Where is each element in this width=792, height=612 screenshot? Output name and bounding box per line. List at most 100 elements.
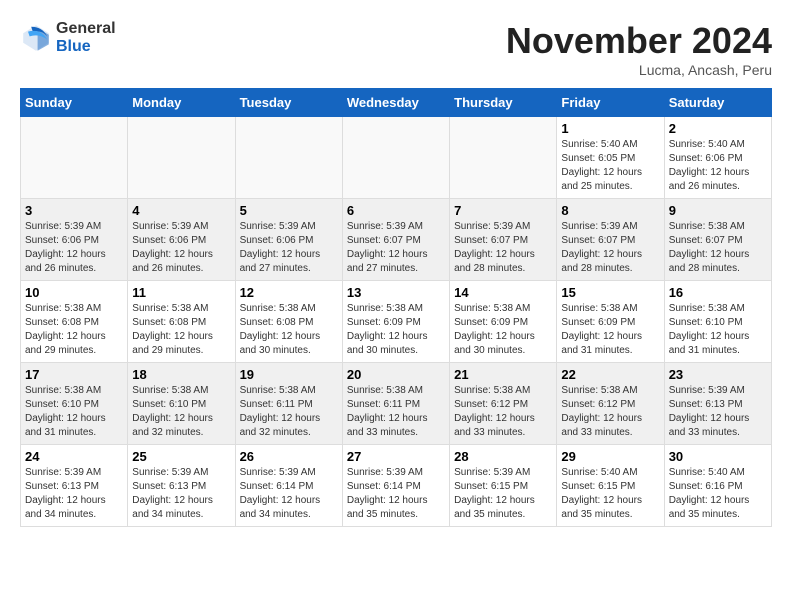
- day-info: Sunrise: 5:39 AM Sunset: 6:07 PM Dayligh…: [347, 220, 445, 276]
- day-number: 7: [454, 203, 552, 218]
- day-info: Sunrise: 5:39 AM Sunset: 6:14 PM Dayligh…: [240, 466, 338, 522]
- calendar-week-row: 24Sunrise: 5:39 AM Sunset: 6:13 PM Dayli…: [21, 445, 772, 527]
- day-number: 10: [25, 285, 123, 300]
- day-number: 4: [132, 203, 230, 218]
- calendar-cell: 19 Sunrise: 5:38 AM Sunset: 6:11 PM Dayli…: [235, 363, 342, 445]
- page-header: General Blue November 2024 Lucma, Ancash…: [20, 20, 772, 78]
- day-info: Sunrise: 5:38 AM Sunset: 6:09 PM Dayligh…: [561, 302, 659, 358]
- day-info: Sunrise: 5:38 AM Sunset: 6:10 PM Dayligh…: [25, 384, 123, 440]
- day-number: 15: [561, 285, 659, 300]
- calendar-cell: 1 Sunrise: 5:40 AM Sunset: 6:05 PM Daylig…: [557, 117, 664, 199]
- logo-blue: Blue: [56, 38, 91, 55]
- day-number: 8: [561, 203, 659, 218]
- location: Lucma, Ancash, Peru: [506, 62, 772, 78]
- day-info: Sunrise: 5:38 AM Sunset: 6:08 PM Dayligh…: [25, 302, 123, 358]
- month-title: November 2024: [506, 20, 772, 62]
- calendar-cell: 22 Sunrise: 5:38 AM Sunset: 6:12 PM Dayli…: [557, 363, 664, 445]
- title-section: November 2024 Lucma, Ancash, Peru: [506, 20, 772, 78]
- calendar-cell: 23 Sunrise: 5:39 AM Sunset: 6:13 PM Dayli…: [664, 363, 771, 445]
- day-info: Sunrise: 5:38 AM Sunset: 6:12 PM Dayligh…: [561, 384, 659, 440]
- calendar-cell: [342, 117, 449, 199]
- day-number: 13: [347, 285, 445, 300]
- calendar-cell: 16 Sunrise: 5:38 AM Sunset: 6:10 PM Dayli…: [664, 281, 771, 363]
- calendar-cell: 21Sunrise: 5:38 AM Sunset: 6:12 PM Dayli…: [450, 363, 557, 445]
- day-number: 11: [132, 285, 230, 300]
- calendar-cell: 9Sunrise: 5:38 AM Sunset: 6:07 PM Daylig…: [664, 199, 771, 281]
- calendar-cell: 3Sunrise: 5:39 AM Sunset: 6:06 PM Daylig…: [21, 199, 128, 281]
- calendar-cell: 4 Sunrise: 5:39 AM Sunset: 6:06 PM Daylig…: [128, 199, 235, 281]
- day-number: 17: [25, 367, 123, 382]
- calendar-cell: 6 Sunrise: 5:39 AM Sunset: 6:07 PM Daylig…: [342, 199, 449, 281]
- calendar-cell: 24Sunrise: 5:39 AM Sunset: 6:13 PM Dayli…: [21, 445, 128, 527]
- calendar-cell: 12 Sunrise: 5:38 AM Sunset: 6:08 PM Dayli…: [235, 281, 342, 363]
- day-info: Sunrise: 5:38 AM Sunset: 6:09 PM Dayligh…: [347, 302, 445, 358]
- day-info: Sunrise: 5:39 AM Sunset: 6:06 PM Dayligh…: [240, 220, 338, 276]
- header-wednesday: Wednesday: [342, 89, 449, 117]
- calendar-week-row: 10 Sunrise: 5:38 AM Sunset: 6:08 PM Dayli…: [21, 281, 772, 363]
- header-friday: Friday: [557, 89, 664, 117]
- calendar-cell: 25Sunrise: 5:39 AM Sunset: 6:13 PM Dayli…: [128, 445, 235, 527]
- calendar-cell: [21, 117, 128, 199]
- calendar-cell: 26Sunrise: 5:39 AM Sunset: 6:14 PM Dayli…: [235, 445, 342, 527]
- day-number: 19: [240, 367, 338, 382]
- day-info: Sunrise: 5:39 AM Sunset: 6:13 PM Dayligh…: [669, 384, 767, 440]
- day-info: Sunrise: 5:38 AM Sunset: 6:11 PM Dayligh…: [347, 384, 445, 440]
- day-info: Sunrise: 5:39 AM Sunset: 6:07 PM Dayligh…: [561, 220, 659, 276]
- calendar-header-row: SundayMondayTuesdayWednesdayThursdayFrid…: [21, 89, 772, 117]
- day-info: Sunrise: 5:39 AM Sunset: 6:13 PM Dayligh…: [25, 466, 123, 522]
- day-info: Sunrise: 5:38 AM Sunset: 6:07 PM Dayligh…: [669, 220, 767, 276]
- day-number: 22: [561, 367, 659, 382]
- logo-icon: [20, 22, 52, 54]
- header-tuesday: Tuesday: [235, 89, 342, 117]
- day-number: 16: [669, 285, 767, 300]
- calendar-table: SundayMondayTuesdayWednesdayThursdayFrid…: [20, 88, 772, 527]
- calendar-cell: 29 Sunrise: 5:40 AM Sunset: 6:15 PM Dayli…: [557, 445, 664, 527]
- calendar-cell: 18Sunrise: 5:38 AM Sunset: 6:10 PM Dayli…: [128, 363, 235, 445]
- calendar-cell: [235, 117, 342, 199]
- calendar-week-row: 1 Sunrise: 5:40 AM Sunset: 6:05 PM Daylig…: [21, 117, 772, 199]
- day-info: Sunrise: 5:38 AM Sunset: 6:11 PM Dayligh…: [240, 384, 338, 440]
- day-info: Sunrise: 5:38 AM Sunset: 6:09 PM Dayligh…: [454, 302, 552, 358]
- calendar-cell: 28Sunrise: 5:39 AM Sunset: 6:15 PM Dayli…: [450, 445, 557, 527]
- calendar-cell: 30 Sunrise: 5:40 AM Sunset: 6:16 PM Dayli…: [664, 445, 771, 527]
- day-info: Sunrise: 5:38 AM Sunset: 6:08 PM Dayligh…: [240, 302, 338, 358]
- day-number: 12: [240, 285, 338, 300]
- calendar-cell: 20Sunrise: 5:38 AM Sunset: 6:11 PM Dayli…: [342, 363, 449, 445]
- day-info: Sunrise: 5:40 AM Sunset: 6:16 PM Dayligh…: [669, 466, 767, 522]
- day-number: 30: [669, 449, 767, 464]
- calendar-cell: [128, 117, 235, 199]
- header-thursday: Thursday: [450, 89, 557, 117]
- day-number: 3: [25, 203, 123, 218]
- day-number: 6: [347, 203, 445, 218]
- day-number: 1: [561, 121, 659, 136]
- calendar-cell: 2Sunrise: 5:40 AM Sunset: 6:06 PM Daylig…: [664, 117, 771, 199]
- logo-general: General: [56, 20, 116, 37]
- day-number: 14: [454, 285, 552, 300]
- calendar-cell: 10 Sunrise: 5:38 AM Sunset: 6:08 PM Dayli…: [21, 281, 128, 363]
- calendar-cell: 13 Sunrise: 5:38 AM Sunset: 6:09 PM Dayli…: [342, 281, 449, 363]
- day-number: 23: [669, 367, 767, 382]
- day-info: Sunrise: 5:39 AM Sunset: 6:06 PM Dayligh…: [132, 220, 230, 276]
- day-info: Sunrise: 5:38 AM Sunset: 6:10 PM Dayligh…: [669, 302, 767, 358]
- day-number: 28: [454, 449, 552, 464]
- day-number: 29: [561, 449, 659, 464]
- day-info: Sunrise: 5:39 AM Sunset: 6:14 PM Dayligh…: [347, 466, 445, 522]
- day-info: Sunrise: 5:40 AM Sunset: 6:05 PM Dayligh…: [561, 138, 659, 194]
- day-info: Sunrise: 5:39 AM Sunset: 6:13 PM Dayligh…: [132, 466, 230, 522]
- calendar-week-row: 3 Sunrise: 5:39 AM Sunset: 6:06 PM Daylig…: [21, 199, 772, 281]
- day-info: Sunrise: 5:40 AM Sunset: 6:15 PM Dayligh…: [561, 466, 659, 522]
- calendar-cell: [450, 117, 557, 199]
- calendar-cell: 5Sunrise: 5:39 AM Sunset: 6:06 PM Daylig…: [235, 199, 342, 281]
- logo: General Blue: [20, 20, 116, 55]
- logo-text: General Blue: [56, 20, 116, 55]
- calendar-cell: 8 Sunrise: 5:39 AM Sunset: 6:07 PM Daylig…: [557, 199, 664, 281]
- calendar-cell: 17 Sunrise: 5:38 AM Sunset: 6:10 PM Dayli…: [21, 363, 128, 445]
- day-info: Sunrise: 5:40 AM Sunset: 6:06 PM Dayligh…: [669, 138, 767, 194]
- header-monday: Monday: [128, 89, 235, 117]
- calendar-cell: 14 Sunrise: 5:38 AM Sunset: 6:09 PM Dayli…: [450, 281, 557, 363]
- calendar-cell: 15 Sunrise: 5:38 AM Sunset: 6:09 PM Dayli…: [557, 281, 664, 363]
- day-info: Sunrise: 5:38 AM Sunset: 6:12 PM Dayligh…: [454, 384, 552, 440]
- calendar-cell: 7Sunrise: 5:39 AM Sunset: 6:07 PM Daylig…: [450, 199, 557, 281]
- calendar-cell: 27Sunrise: 5:39 AM Sunset: 6:14 PM Dayli…: [342, 445, 449, 527]
- day-info: Sunrise: 5:38 AM Sunset: 6:08 PM Dayligh…: [132, 302, 230, 358]
